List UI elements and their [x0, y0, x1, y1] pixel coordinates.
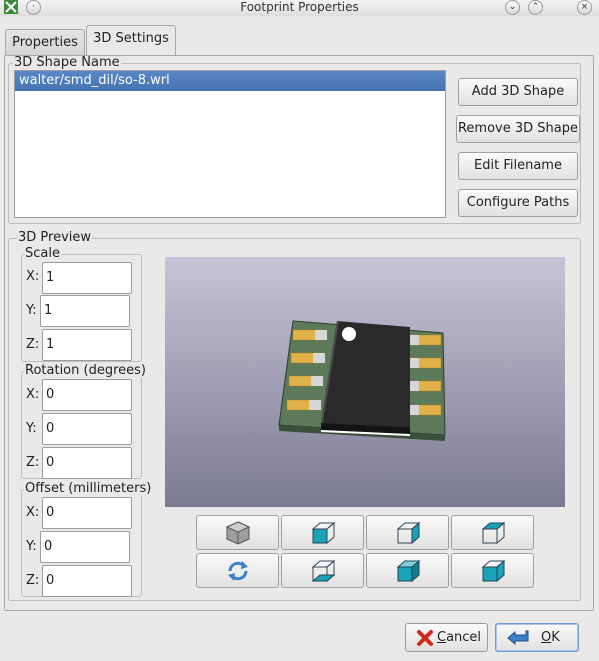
cancel-button[interactable]: Cancel: [405, 623, 488, 652]
maximize-button[interactable]: ⌃: [528, 0, 543, 15]
3d-preview-canvas[interactable]: [165, 257, 565, 507]
rotation-y-input[interactable]: 0: [42, 413, 132, 445]
view-right-icon: [311, 559, 336, 583]
shape-name-group-title: 3D Shape Name: [13, 55, 121, 70]
offset-z-input[interactable]: 0: [42, 565, 132, 597]
tab-3d-settings[interactable]: 3D Settings: [86, 25, 176, 55]
minimize-button[interactable]: ⌄: [505, 0, 520, 15]
view-left-icon: [481, 521, 506, 545]
cancel-label: Cancel: [437, 630, 482, 645]
view-bottom-button[interactable]: [451, 553, 534, 588]
rotation-y-label: Y:: [26, 421, 37, 436]
rotation-z-label: Z:: [26, 455, 40, 470]
rotation-x-input[interactable]: 0: [42, 379, 132, 411]
preview-group-title: 3D Preview: [17, 230, 93, 245]
add-3d-shape-button[interactable]: Add 3D Shape: [458, 78, 578, 106]
offset-x-input[interactable]: 0: [42, 497, 132, 529]
rotation-z-input[interactable]: 0: [42, 447, 132, 479]
offset-x-label: X:: [26, 505, 40, 520]
cancel-x-icon: [417, 630, 433, 646]
view-iso-icon: [225, 521, 251, 545]
scale-y-input[interactable]: 1: [40, 295, 130, 327]
ok-button[interactable]: OK: [495, 623, 579, 652]
configure-paths-button[interactable]: Configure Paths: [458, 189, 578, 217]
tab-properties[interactable]: Properties: [5, 29, 85, 56]
reload-icon: [228, 561, 248, 581]
view-iso-button[interactable]: [196, 515, 279, 550]
view-top-button[interactable]: [366, 553, 449, 588]
close-button[interactable]: ×: [577, 0, 592, 15]
offset-y-label: Y:: [26, 539, 37, 554]
view-top-icon: [396, 559, 421, 583]
view-front-icon: [311, 521, 336, 545]
scale-x-input[interactable]: 1: [42, 262, 132, 294]
scale-y-label: Y:: [26, 303, 37, 318]
ok-arrow-icon: [507, 630, 529, 646]
so8-chip-model: [278, 320, 446, 441]
shape-list[interactable]: walter/smd_dil/so-8.wrl: [14, 70, 446, 218]
scale-group-title: Scale: [24, 246, 61, 261]
scale-z-input[interactable]: 1: [42, 329, 132, 361]
offset-group-title: Offset (millimeters): [24, 481, 153, 496]
edit-filename-button[interactable]: Edit Filename: [458, 152, 578, 180]
reload-view-button[interactable]: [196, 553, 279, 588]
view-bottom-icon: [481, 559, 506, 583]
rotation-x-label: X:: [26, 387, 40, 402]
view-back-icon: [396, 521, 421, 545]
scale-x-label: X:: [26, 269, 40, 284]
view-right-button[interactable]: [281, 553, 364, 588]
remove-3d-shape-button[interactable]: Remove 3D Shape: [456, 115, 580, 143]
view-back-button[interactable]: [366, 515, 449, 550]
offset-z-label: Z:: [26, 573, 40, 588]
offset-y-input[interactable]: 0: [40, 531, 130, 563]
list-item[interactable]: walter/smd_dil/so-8.wrl: [15, 71, 445, 91]
rotation-group-title: Rotation (degrees): [24, 363, 147, 378]
view-left-button[interactable]: [451, 515, 534, 550]
scale-z-label: Z:: [26, 337, 40, 352]
view-front-button[interactable]: [281, 515, 364, 550]
ok-label: OK: [541, 630, 560, 645]
title-bar: · Footprint Properties ⌄ ⌃ ×: [0, 0, 599, 16]
